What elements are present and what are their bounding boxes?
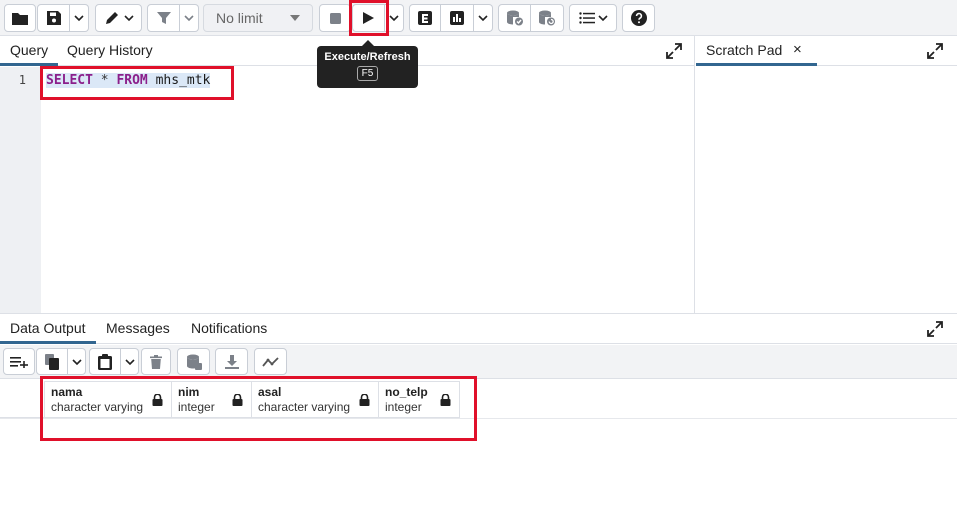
- column-type: character varying: [51, 400, 144, 414]
- scratch-pad-panel: Scratch Pad ×: [696, 36, 957, 313]
- filter-icon: [156, 12, 171, 24]
- tab-messages[interactable]: Messages: [96, 314, 180, 344]
- output-toolbar: [0, 345, 957, 379]
- line-chart-icon: [261, 356, 279, 367]
- database-save-icon: [186, 354, 202, 370]
- help-button[interactable]: [622, 4, 655, 32]
- sql-keyword-from: FROM: [116, 73, 148, 88]
- list-icon: [578, 12, 595, 24]
- tab-data-output[interactable]: Data Output: [0, 314, 96, 344]
- macros-button[interactable]: [569, 4, 617, 32]
- add-row-icon: [10, 356, 28, 368]
- bar-chart-icon: [450, 11, 464, 25]
- tooltip-shortcut: F5: [356, 66, 379, 81]
- copy-button[interactable]: [36, 348, 68, 375]
- column-name: asal: [258, 385, 282, 399]
- chevron-down-icon: [123, 15, 134, 22]
- lock-icon: [152, 394, 163, 406]
- column-header-nim[interactable]: nim integer: [172, 382, 252, 417]
- grid-row-header: [0, 381, 44, 418]
- scratch-tabbar: Scratch Pad ×: [696, 36, 957, 66]
- open-file-button[interactable]: [4, 4, 36, 32]
- delete-row-button[interactable]: [141, 348, 171, 375]
- execute-refresh-button[interactable]: [352, 4, 385, 32]
- folder-icon: [12, 13, 28, 25]
- output-tabbar: Data Output Messages Notifications: [0, 314, 957, 344]
- expand-icon[interactable]: [927, 321, 943, 337]
- column-header-asal[interactable]: asal character varying: [252, 382, 379, 417]
- edit-options-button[interactable]: [95, 4, 142, 32]
- lock-icon: [359, 394, 370, 406]
- lock-icon: [232, 394, 243, 406]
- clipboard-icon: [98, 353, 112, 370]
- stop-icon: [329, 12, 341, 24]
- chevron-down-icon: [71, 358, 82, 365]
- row-limit-select[interactable]: No limit: [203, 4, 313, 32]
- copy-icon: [45, 353, 59, 370]
- column-name: nama: [51, 385, 83, 399]
- expand-icon[interactable]: [666, 43, 682, 59]
- commit-button[interactable]: [498, 4, 531, 32]
- column-type: character varying: [258, 400, 351, 414]
- database-check-icon: [506, 10, 523, 26]
- tab-query-history[interactable]: Query History: [57, 36, 163, 66]
- pencil-icon: [105, 12, 118, 24]
- copy-options-dropdown[interactable]: [68, 348, 86, 375]
- save-file-button[interactable]: [37, 4, 70, 32]
- scratch-pad-textarea[interactable]: [696, 67, 957, 313]
- paste-button[interactable]: [89, 348, 121, 375]
- column-header-nama[interactable]: nama character varying: [45, 382, 172, 417]
- grid-divider: [0, 418, 957, 419]
- save-options-dropdown[interactable]: [70, 4, 89, 32]
- explain-button[interactable]: [409, 4, 441, 32]
- tab-query[interactable]: Query: [0, 36, 59, 66]
- chevron-down-icon: [478, 15, 488, 22]
- row-limit-value: No limit: [216, 10, 263, 26]
- scratch-pad-label: Scratch Pad: [706, 42, 783, 58]
- filter-options-dropdown[interactable]: [180, 4, 199, 32]
- trash-icon: [150, 354, 162, 369]
- save-icon: [46, 11, 61, 25]
- close-icon[interactable]: ×: [793, 41, 802, 58]
- cancel-query-button[interactable]: [319, 4, 351, 32]
- explain-options-dropdown[interactable]: [474, 4, 493, 32]
- execute-tooltip: Execute/Refresh F5: [317, 40, 418, 88]
- explain-analyze-button[interactable]: [441, 4, 474, 32]
- graph-visualiser-button[interactable]: [254, 348, 287, 375]
- chevron-down-icon: [389, 15, 399, 22]
- tab-notifications[interactable]: Notifications: [181, 314, 277, 344]
- execute-options-dropdown[interactable]: [385, 4, 404, 32]
- play-icon: [363, 12, 374, 24]
- expand-icon[interactable]: [927, 43, 943, 59]
- line-gutter: 1: [0, 67, 41, 313]
- chevron-down-icon: [74, 15, 84, 22]
- save-data-button[interactable]: [177, 348, 210, 375]
- lock-icon: [440, 394, 451, 406]
- chevron-down-icon: [124, 358, 135, 365]
- sql-editor-line[interactable]: SELECT * FROM mhs_mtk: [46, 73, 211, 88]
- column-header-no-telp[interactable]: no_telp integer: [379, 382, 459, 417]
- download-button[interactable]: [215, 348, 248, 375]
- add-row-button[interactable]: [3, 348, 35, 375]
- line-number: 1: [18, 73, 26, 87]
- caret-down-icon: [290, 15, 300, 21]
- help-icon: [630, 10, 647, 26]
- sql-table-name: mhs_mtk: [147, 73, 211, 88]
- tooltip-title: Execute/Refresh: [324, 51, 411, 63]
- explain-icon: [418, 11, 432, 25]
- query-toolbar: No limit: [0, 0, 957, 36]
- filter-button[interactable]: [147, 4, 180, 32]
- paste-options-dropdown[interactable]: [121, 348, 139, 375]
- sql-keyword-select: SELECT: [46, 73, 93, 88]
- database-rollback-icon: [539, 10, 555, 26]
- chevron-down-icon: [597, 15, 608, 22]
- rollback-button[interactable]: [531, 4, 564, 32]
- chevron-down-icon: [184, 15, 194, 22]
- sql-operator: *: [92, 73, 117, 88]
- output-panel: Data Output Messages Notifications nama …: [0, 313, 957, 510]
- download-icon: [224, 354, 239, 369]
- data-grid-header: nama character varying nim integer asal …: [44, 381, 460, 418]
